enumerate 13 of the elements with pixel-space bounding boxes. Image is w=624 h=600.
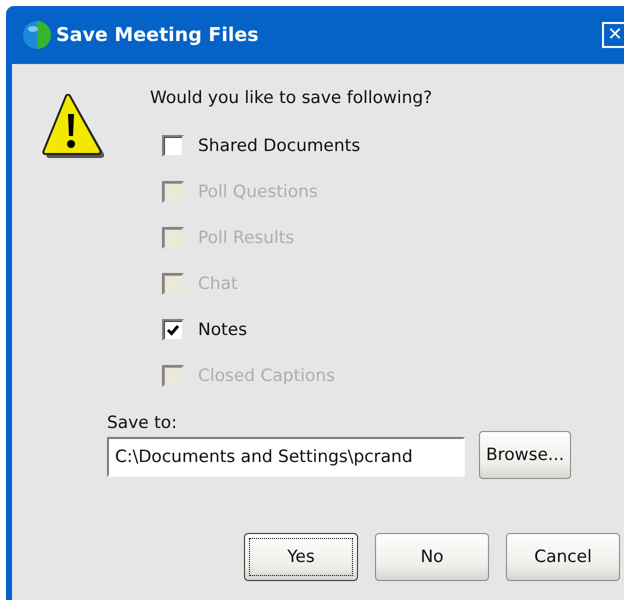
browse-button[interactable]: Browse... xyxy=(479,431,572,479)
close-button[interactable]: ✕ xyxy=(602,22,624,48)
checkbox-option[interactable]: Notes xyxy=(162,307,432,353)
save-to-label: Save to: xyxy=(107,413,178,433)
path-field[interactable]: C:\Documents and Settings\pcrand xyxy=(107,437,465,477)
dialog-button[interactable]: No xyxy=(375,533,489,581)
checkmark-icon xyxy=(166,323,180,337)
window-title: Save Meeting Files xyxy=(56,24,260,46)
checkbox-option[interactable]: Shared Documents xyxy=(162,123,432,169)
question-text: Would you like to save following? xyxy=(150,88,432,108)
dialog-button[interactable]: Yes xyxy=(244,533,358,581)
dialog-button[interactable]: Cancel xyxy=(506,533,620,581)
globe-icon xyxy=(22,20,52,50)
